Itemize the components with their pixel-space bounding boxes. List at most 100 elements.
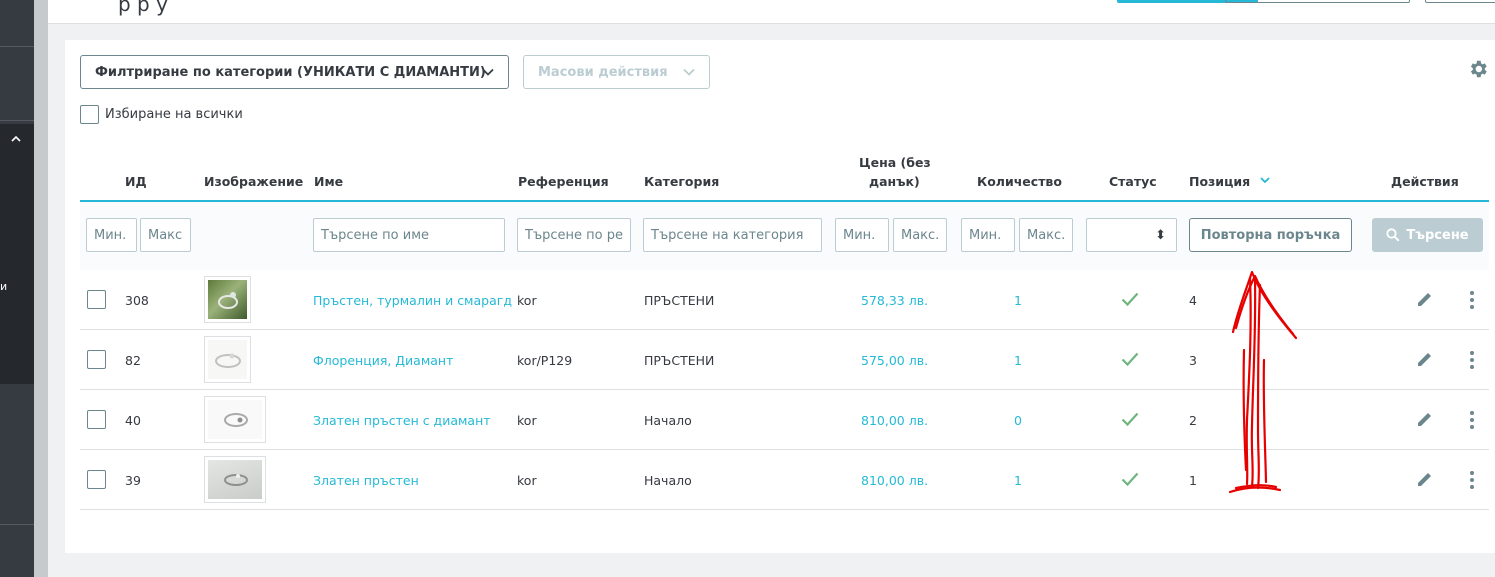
pencil-icon[interactable] <box>1417 351 1433 367</box>
row-checkbox[interactable] <box>87 290 106 309</box>
product-quantity[interactable]: 0 <box>1014 390 1022 450</box>
product-thumbnail[interactable] <box>204 336 251 383</box>
sidebar-divider <box>0 120 34 121</box>
ring-image-icon <box>218 292 238 309</box>
product-category: ПРЪСТЕНИ <box>644 352 715 368</box>
product-name-link[interactable]: Флоренция, Диамант <box>313 330 453 390</box>
sidebar-gutter <box>34 0 48 577</box>
product-price[interactable]: 578,33 лв. <box>861 270 928 330</box>
row-checkbox[interactable] <box>87 350 106 369</box>
sort-down-icon[interactable] <box>1260 176 1270 184</box>
id-min-input[interactable]: Мин. <box>86 218 137 252</box>
product-position: 1 <box>1189 472 1197 488</box>
column-header-reference[interactable]: Референция <box>518 174 609 189</box>
product-thumbnail[interactable] <box>204 276 251 323</box>
product-category: ПРЪСТЕНИ <box>644 292 715 308</box>
product-id: 40 <box>125 412 141 428</box>
check-icon[interactable] <box>1121 351 1139 367</box>
product-quantity[interactable]: 1 <box>1014 330 1022 390</box>
search-button-label: Търсене <box>1406 227 1469 243</box>
column-header-name[interactable]: Име <box>314 174 343 189</box>
column-header-actions: Действия <box>1391 174 1459 189</box>
reference-search-input[interactable]: Търсене по ре <box>517 218 631 252</box>
column-header-price-line1[interactable]: Цена (без <box>859 155 931 170</box>
category-search-input[interactable]: Търсене на категория <box>643 218 822 252</box>
status-select[interactable]: ⬍ <box>1086 218 1177 252</box>
product-reference: kor <box>517 412 537 428</box>
column-header-quantity[interactable]: Количество <box>977 174 1062 189</box>
table-row[interactable]: 308 Пръстен, турмалин и смарагд kor ПРЪС… <box>80 270 1489 330</box>
page-header: р р у <box>48 0 1495 24</box>
product-price[interactable]: 575,00 лв. <box>861 330 928 390</box>
product-name-link[interactable]: Златен пръстен <box>313 450 419 510</box>
products-card: Филтриране по категории (УНИКАТИ С ДИАМА… <box>65 40 1495 553</box>
chevron-up-icon[interactable] <box>11 135 21 143</box>
quantity-min-input[interactable]: Мин. <box>961 218 1015 252</box>
column-header-status[interactable]: Статус <box>1109 174 1157 189</box>
product-position: 3 <box>1189 352 1197 368</box>
column-header-price-line2[interactable]: данък) <box>869 174 920 189</box>
gear-icon[interactable] <box>1467 58 1489 80</box>
product-price[interactable]: 810,00 лв. <box>861 390 928 450</box>
sidebar-divider <box>0 46 34 47</box>
quantity-max-input[interactable]: Макс. <box>1019 218 1073 252</box>
product-id: 308 <box>125 292 149 308</box>
product-reference: kor <box>517 472 537 488</box>
column-header-category[interactable]: Категория <box>644 174 719 189</box>
ring-image-icon <box>224 413 248 427</box>
product-name-link[interactable]: Златен пръстен с диамант <box>313 390 491 450</box>
column-header-image: Изображение <box>204 174 304 189</box>
column-header-position[interactable]: Позиция <box>1189 174 1250 189</box>
product-reference: kor/P129 <box>517 352 573 368</box>
product-thumbnail[interactable] <box>204 456 266 503</box>
reorder-button[interactable]: Повторна поръчка <box>1189 218 1352 252</box>
category-filter-dropdown[interactable]: Филтриране по категории (УНИКАТИ С ДИАМА… <box>80 55 509 89</box>
select-all[interactable]: Избиране на всички <box>80 105 243 124</box>
row-checkbox[interactable] <box>87 470 106 489</box>
ring-image-icon <box>215 353 241 368</box>
category-filter-label: Филтриране по категории (УНИКАТИ С ДИАМА… <box>95 64 486 80</box>
price-max-input[interactable]: Макс. <box>893 218 947 252</box>
pencil-icon[interactable] <box>1417 411 1433 427</box>
row-checkbox[interactable] <box>87 410 106 429</box>
column-header-id[interactable]: ИД <box>125 174 147 189</box>
more-vertical-icon[interactable] <box>1469 290 1475 310</box>
product-position: 2 <box>1189 412 1197 428</box>
chevron-down-icon <box>482 68 494 76</box>
product-category: Начало <box>644 472 692 488</box>
product-price[interactable]: 810,00 лв. <box>861 450 928 510</box>
sidebar-divider <box>0 524 34 525</box>
pencil-icon[interactable] <box>1417 471 1433 487</box>
header-secondary-button[interactable] <box>1225 0 1410 3</box>
page-footer-area <box>48 553 1495 577</box>
more-vertical-icon[interactable] <box>1469 350 1475 370</box>
select-arrows-icon: ⬍ <box>1155 227 1166 243</box>
check-icon[interactable] <box>1121 471 1139 487</box>
product-thumbnail[interactable] <box>204 396 266 443</box>
header-tertiary-button[interactable] <box>1425 0 1495 3</box>
table-row[interactable]: 40 Златен пръстен с диамант kor Начало 8… <box>80 390 1489 450</box>
sidebar-label-fragment: и <box>0 280 8 293</box>
select-all-checkbox[interactable] <box>80 105 99 124</box>
product-quantity[interactable]: 1 <box>1014 450 1022 510</box>
table-row[interactable]: 82 Флоренция, Диамант kor/P129 ПРЪСТЕНИ … <box>80 330 1489 390</box>
bulk-actions-label: Масови действия <box>538 64 668 80</box>
price-min-input[interactable]: Мин. <box>835 218 889 252</box>
check-icon[interactable] <box>1121 411 1139 427</box>
sidebar-active-section[interactable] <box>0 124 34 384</box>
id-max-input[interactable]: Макс <box>140 218 191 252</box>
left-sidebar: и <box>0 0 34 577</box>
search-button[interactable]: Търсене <box>1372 218 1483 252</box>
search-icon <box>1386 228 1400 242</box>
check-icon[interactable] <box>1121 291 1139 307</box>
more-vertical-icon[interactable] <box>1469 470 1475 490</box>
product-name-link[interactable]: Пръстен, турмалин и смарагд <box>313 270 512 330</box>
product-position: 4 <box>1189 292 1197 308</box>
product-quantity[interactable]: 1 <box>1014 270 1022 330</box>
product-id: 39 <box>125 472 141 488</box>
more-vertical-icon[interactable] <box>1469 410 1475 430</box>
bulk-actions-dropdown[interactable]: Масови действия <box>523 55 710 89</box>
pencil-icon[interactable] <box>1417 291 1433 307</box>
name-search-input[interactable]: Търсене по име <box>313 218 505 252</box>
table-row[interactable]: 39 Златен пръстен kor Начало 810,00 лв. … <box>80 450 1489 510</box>
